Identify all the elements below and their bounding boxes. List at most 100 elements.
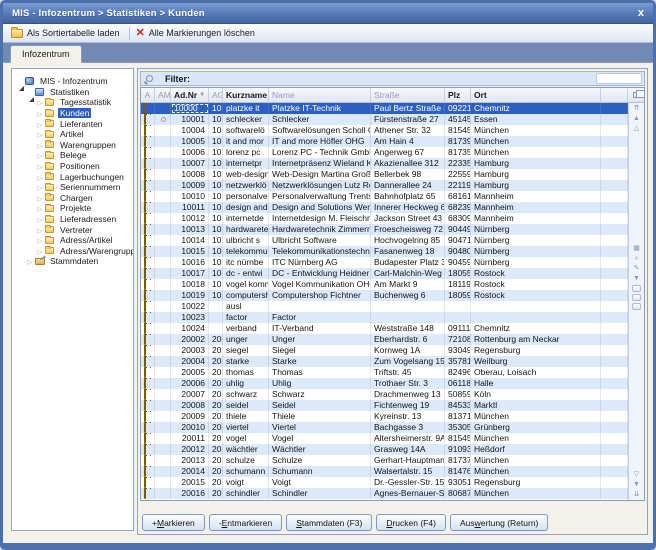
table-row[interactable]: 1001610itc nürnbeITC Nürnberg AGBudapest… xyxy=(141,257,628,268)
tree-item-projekte[interactable]: Projekte xyxy=(12,203,133,214)
table-row[interactable]: 10023factorFactor xyxy=(141,312,628,323)
table-row[interactable]: 1000510it and morIT and more Höfler OHGA… xyxy=(141,136,628,147)
column-header-am[interactable]: AM xyxy=(155,88,171,102)
table-row[interactable]: 1001810vogel kommVogel Kommunikation OHG… xyxy=(141,279,628,290)
edit-icon[interactable]: ✎ xyxy=(634,265,640,273)
table-row[interactable]: 1001110design andDesign and Solutions We… xyxy=(141,202,628,213)
table-row[interactable]: 1001010personalvePersonalverwaltung Tren… xyxy=(141,191,628,202)
table-row[interactable]: 1000110schleckerSchleckerFürstenstraße 2… xyxy=(141,114,628,125)
table-row[interactable]: 10022ausl xyxy=(141,301,628,312)
table-row[interactable]: 2000920thieleThieleKyreinstr. 1381371Mün… xyxy=(141,411,628,422)
search-icon[interactable]: ⌕ xyxy=(635,255,639,263)
collapsed-arrow-icon[interactable] xyxy=(36,140,44,150)
column-header-ag[interactable]: AG xyxy=(209,88,223,102)
filter-input[interactable] xyxy=(596,73,642,84)
grid-view-icon[interactable]: ▦ xyxy=(633,245,640,253)
column-header-name[interactable]: Name xyxy=(269,88,371,102)
tree-item-chargen[interactable]: Chargen xyxy=(12,193,133,204)
table-row[interactable]: 1001910computershComputershop FichtnerBu… xyxy=(141,290,628,301)
close-icon[interactable]: x xyxy=(638,6,644,20)
page-down-icon[interactable]: ▼ xyxy=(633,481,640,489)
tree-item-kunden[interactable]: Kunden xyxy=(12,108,133,119)
table-row[interactable]: 2001120vogelVogelAltersheimerstr. 9A8154… xyxy=(141,433,628,444)
go-last-icon[interactable]: ⇊ xyxy=(634,491,640,499)
table-row[interactable]: 2000420starkeStarkeZum Vogelsang 1535781… xyxy=(141,356,628,367)
go-first-icon[interactable]: ⇈ xyxy=(634,105,640,113)
tree-item-artikel[interactable]: Artikel xyxy=(12,129,133,140)
table-row[interactable]: 1000810web-designWeb-Design Martina Groß… xyxy=(141,169,628,180)
column-header-plz[interactable]: Plz xyxy=(445,88,471,102)
collapsed-arrow-icon[interactable] xyxy=(36,150,44,160)
collapsed-arrow-icon[interactable] xyxy=(36,225,44,235)
collapsed-arrow-icon[interactable] xyxy=(36,172,44,182)
column-header-ort[interactable]: Ort xyxy=(471,88,601,102)
table-row[interactable]: 2001020viertelViertelBachgasse 335305Grü… xyxy=(141,422,628,433)
tree-item-lagerbuchungen[interactable]: Lagerbuchungen xyxy=(12,171,133,182)
tree-item-belege[interactable]: Belege xyxy=(12,150,133,161)
scrollbar-thumb[interactable] xyxy=(632,303,641,310)
scrollbar-thumb[interactable] xyxy=(632,285,641,292)
column-header-strasse[interactable]: Straße xyxy=(371,88,445,102)
collapsed-arrow-icon[interactable] xyxy=(36,246,44,256)
tree-item-adress-artikel[interactable]: Adress/Artikel xyxy=(12,235,133,246)
table-row[interactable]: 1001310hardwareteHardwaretechnik Zimmerm… xyxy=(141,224,628,235)
table-row[interactable]: 2001220wächtlerWächtlerGrasweg 14A91093H… xyxy=(141,444,628,455)
collapsed-arrow-icon[interactable] xyxy=(26,256,34,266)
tree-item-adress-warengruppen[interactable]: Adress/Warengruppen xyxy=(12,246,133,257)
column-chooser-button[interactable] xyxy=(628,88,644,102)
table-row[interactable]: 1000710internetprInternetpräsenz Wieland… xyxy=(141,158,628,169)
collapsed-arrow-icon[interactable] xyxy=(36,129,44,139)
tree-item-mis-infozentrum[interactable]: MIS - Infozentrum xyxy=(12,76,133,87)
column-header-adnr[interactable]: Ad.Nr▼ xyxy=(171,88,209,102)
table-row[interactable]: 1001510telekommunTelekommunikationstechn… xyxy=(141,246,628,257)
tree-item-seriennummern[interactable]: Seriennummern xyxy=(12,182,133,193)
column-header-kurzname[interactable]: Kurzname xyxy=(223,88,269,102)
button-markieren[interactable]: + Markieren xyxy=(142,514,205,531)
table-row[interactable]: 2000220ungerUngerEberhardstr. 672108Rott… xyxy=(141,334,628,345)
table-row[interactable]: 2001520voigtVoigtDr.-Gessler-Str. 15B930… xyxy=(141,477,628,488)
table-row[interactable]: 1001710dc - entwiDC - Entwicklung Heidne… xyxy=(141,268,628,279)
table-row[interactable]: 2000620uhligUhligTrothaer Str. 306118Hal… xyxy=(141,378,628,389)
table-row[interactable]: 2000520thomasThomasTriftstr. 4582496Ober… xyxy=(141,367,628,378)
filter-icon[interactable]: ▼ xyxy=(633,275,640,283)
collapsed-arrow-icon[interactable] xyxy=(36,193,44,203)
collapsed-arrow-icon[interactable] xyxy=(36,97,44,107)
collapsed-arrow-icon[interactable] xyxy=(36,235,44,245)
table-row[interactable]: 2000820seidelSeidelFichtenweg 1984533Mar… xyxy=(141,400,628,411)
button-stammdaten-f3[interactable]: Stammdaten (F3) xyxy=(286,514,372,531)
collapsed-arrow-icon[interactable] xyxy=(36,214,44,224)
collapsed-arrow-icon[interactable] xyxy=(36,108,44,118)
table-row[interactable]: 1000410softwarelöSoftwarelösungen Scholl… xyxy=(141,125,628,136)
table-row[interactable]: 1000610lorenz pcLorenz PC - Technik GmbH… xyxy=(141,147,628,158)
button-entmarkieren[interactable]: - Entmarkieren xyxy=(209,514,282,531)
tree-item-statistiken[interactable]: Statistiken xyxy=(12,87,133,98)
expanded-arrow-icon[interactable] xyxy=(26,87,34,97)
collapsed-arrow-icon[interactable] xyxy=(36,182,44,192)
table-row[interactable]: 2001320schulzeSchulzeGerhart-Hauptmann-R… xyxy=(141,455,628,466)
table-row[interactable]: 1000910netzwerklöNetzwerklösungen Lutz R… xyxy=(141,180,628,191)
table-row[interactable]: 2000720schwarzSchwarzDrachmenweg 1350859… xyxy=(141,389,628,400)
table-row[interactable]: 1000010platzke itPlatzke IT-TechnikPaul … xyxy=(141,103,628,114)
row-down-icon[interactable]: ▽ xyxy=(634,471,639,479)
button-drucken-f4[interactable]: Drucken (F4) xyxy=(376,514,446,531)
tree-item-lieferadressen[interactable]: Lieferadressen xyxy=(12,214,133,225)
table-row[interactable]: 1001410ulbricht sUlbricht SoftwareHochvo… xyxy=(141,235,628,246)
collapsed-arrow-icon[interactable] xyxy=(36,161,44,171)
expanded-arrow-icon[interactable] xyxy=(16,76,24,86)
table-row[interactable]: 10024verbandIT-VerbandWeststraße 1480911… xyxy=(141,323,628,334)
tab-infozentrum[interactable]: Infozentrum xyxy=(10,45,82,63)
table-row[interactable]: 2001620schindlerSchindlerAgnes-Bernauer-… xyxy=(141,488,628,499)
row-up-icon[interactable]: △ xyxy=(634,125,639,133)
tree-item-positionen[interactable]: Positionen xyxy=(12,161,133,172)
tree-item-vertreter[interactable]: Vertreter xyxy=(12,224,133,235)
table-row[interactable]: 1001210internetdeInternetdesign M. Fleis… xyxy=(141,213,628,224)
page-up-icon[interactable]: ▲ xyxy=(633,115,640,123)
collapsed-arrow-icon[interactable] xyxy=(36,203,44,213)
tree-item-stammdaten[interactable]: Stammdaten xyxy=(12,256,133,267)
load-as-sort-table-button[interactable]: Als Sortiertabelle laden xyxy=(8,27,126,39)
column-header-a[interactable]: A xyxy=(141,88,155,102)
scrollbar-thumb[interactable] xyxy=(632,294,641,301)
button-auswertung-return[interactable]: Auswertung (Return) xyxy=(450,514,548,531)
table-row[interactable]: 2000320siegelSiegelKornweg 1A93049Regens… xyxy=(141,345,628,356)
collapsed-arrow-icon[interactable] xyxy=(36,119,44,129)
